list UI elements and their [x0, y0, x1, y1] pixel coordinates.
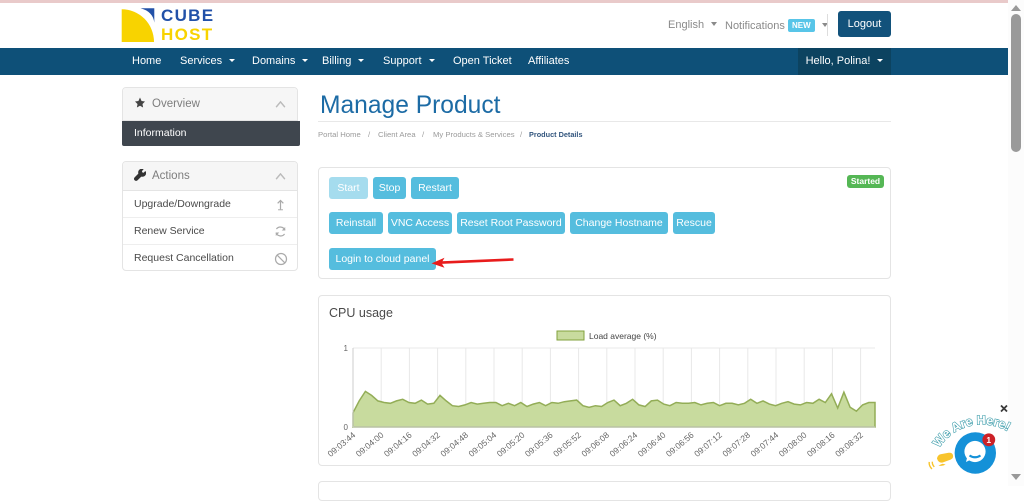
- svg-text:09:08:00: 09:08:00: [777, 430, 809, 459]
- svg-text:09:04:32: 09:04:32: [410, 430, 442, 459]
- svg-text:09:06:08: 09:06:08: [579, 430, 611, 459]
- svg-text:09:04:16: 09:04:16: [382, 430, 414, 459]
- svg-text:09:07:44: 09:07:44: [749, 430, 781, 459]
- svg-text:09:08:16: 09:08:16: [805, 430, 837, 459]
- svg-text:09:08:32: 09:08:32: [833, 430, 865, 459]
- svg-text:09:05:04: 09:05:04: [467, 430, 499, 459]
- svg-text:09:06:40: 09:06:40: [636, 430, 668, 459]
- svg-text:1: 1: [986, 435, 991, 445]
- svg-text:HOST: HOST: [161, 25, 213, 44]
- svg-text:Load average (%): Load average (%): [589, 331, 657, 341]
- svg-text:09:04:48: 09:04:48: [438, 430, 470, 459]
- svg-text:09:05:52: 09:05:52: [551, 430, 583, 459]
- svg-text:09:07:28: 09:07:28: [720, 430, 752, 459]
- svg-text:CUBE: CUBE: [161, 6, 214, 25]
- svg-text:1: 1: [344, 344, 349, 353]
- svg-text:09:04:00: 09:04:00: [354, 430, 386, 459]
- svg-text:09:06:24: 09:06:24: [608, 430, 640, 459]
- svg-text:09:07:12: 09:07:12: [692, 430, 724, 459]
- svg-text:09:06:56: 09:06:56: [664, 430, 696, 459]
- svg-text:0: 0: [344, 423, 349, 432]
- svg-text:09:03:44: 09:03:44: [326, 430, 358, 459]
- svg-text:09:05:20: 09:05:20: [495, 430, 527, 459]
- svg-text:09:05:36: 09:05:36: [523, 430, 555, 459]
